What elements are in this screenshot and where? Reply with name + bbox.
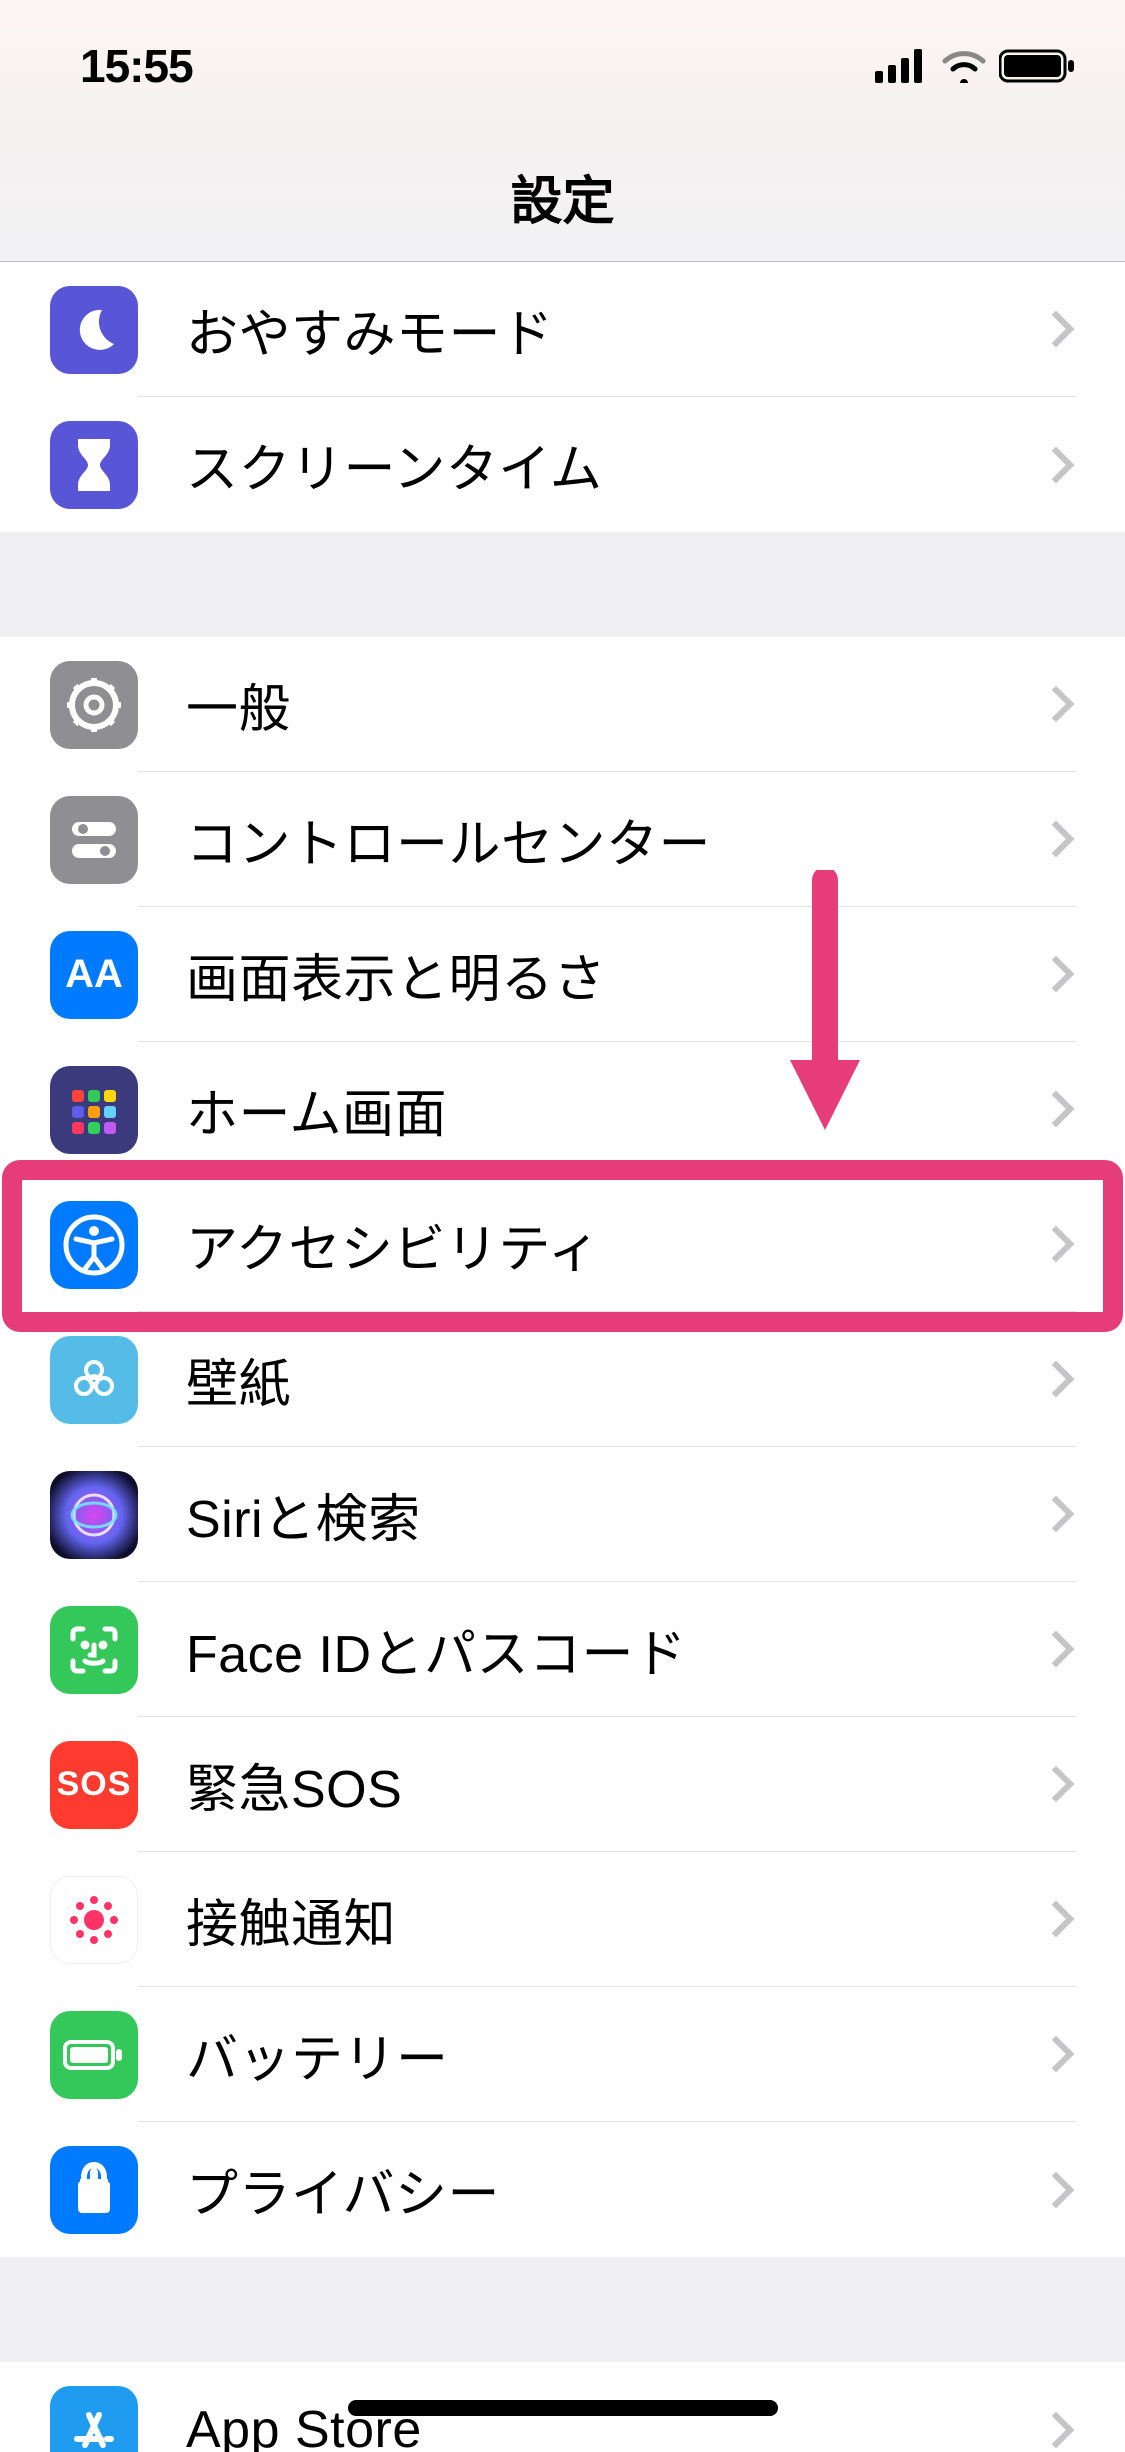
- chevron-right-icon: [1038, 1091, 1075, 1128]
- chevron-right-icon: [1038, 1631, 1075, 1668]
- row-home-screen[interactable]: ホーム画面: [0, 1042, 1125, 1177]
- row-label: おやすみモード: [186, 292, 1043, 367]
- accessibility-icon: [50, 1201, 138, 1289]
- section-gap: [0, 532, 1125, 637]
- row-emergency-sos[interactable]: SOS 緊急SOS: [0, 1717, 1125, 1852]
- row-accessibility[interactable]: アクセシビリティ: [0, 1177, 1125, 1312]
- row-label: プライバシー: [186, 2152, 1043, 2227]
- chevron-right-icon: [1038, 1766, 1075, 1803]
- chevron-right-icon: [1038, 2171, 1075, 2208]
- row-general[interactable]: 一般: [0, 637, 1125, 772]
- control-center-icon: [50, 796, 138, 884]
- status-bar: 15:55: [0, 0, 1125, 132]
- home-indicator[interactable]: [348, 2400, 778, 2416]
- chevron-right-icon: [1038, 311, 1075, 348]
- row-label: スクリーンタイム: [186, 427, 1043, 502]
- row-label: ホーム画面: [186, 1072, 1043, 1147]
- row-label: 画面表示と明るさ: [186, 937, 1043, 1012]
- row-label: アクセシビリティ: [186, 1207, 1043, 1282]
- cellular-icon: [875, 49, 929, 83]
- row-do-not-disturb[interactable]: おやすみモード: [0, 262, 1125, 397]
- row-face-id-passcode[interactable]: Face IDとパスコード: [0, 1582, 1125, 1717]
- row-label: 一般: [186, 667, 1043, 742]
- page-title: 設定: [510, 159, 614, 234]
- row-wallpaper[interactable]: 壁紙: [0, 1312, 1125, 1447]
- moon-icon: [50, 286, 138, 374]
- row-label: バッテリー: [186, 2017, 1043, 2092]
- display-icon: AA: [50, 931, 138, 1019]
- privacy-icon: [50, 2146, 138, 2234]
- wifi-icon: [941, 49, 987, 83]
- chevron-right-icon: [1038, 1496, 1075, 1533]
- row-label: 壁紙: [186, 1342, 1043, 1417]
- status-indicators: [875, 48, 1077, 84]
- chevron-right-icon: [1038, 1901, 1075, 1938]
- app-store-icon: [50, 2386, 138, 2452]
- exposure-icon: [50, 1876, 138, 1964]
- face-id-icon: [50, 1606, 138, 1694]
- nav-header: 設定: [0, 132, 1125, 262]
- chevron-right-icon: [1038, 1226, 1075, 1263]
- home-screen-icon: [50, 1066, 138, 1154]
- section-gap: [0, 2257, 1125, 2362]
- chevron-right-icon: [1038, 1361, 1075, 1398]
- wallpaper-icon: [50, 1336, 138, 1424]
- chevron-right-icon: [1038, 2036, 1075, 2073]
- chevron-right-icon: [1038, 686, 1075, 723]
- chevron-right-icon: [1038, 2411, 1075, 2448]
- settings-group-0: おやすみモード スクリーンタイム: [0, 262, 1125, 532]
- chevron-right-icon: [1038, 821, 1075, 858]
- chevron-right-icon: [1038, 956, 1075, 993]
- row-battery[interactable]: バッテリー: [0, 1987, 1125, 2122]
- status-time: 15:55: [80, 39, 193, 93]
- row-label: コントロールセンター: [186, 802, 1043, 877]
- chevron-right-icon: [1038, 446, 1075, 483]
- gear-icon: [50, 661, 138, 749]
- siri-icon: [50, 1471, 138, 1559]
- row-label: 緊急SOS: [186, 1747, 1043, 1822]
- row-siri-search[interactable]: Siriと検索: [0, 1447, 1125, 1582]
- row-label: 接触通知: [186, 1882, 1043, 1957]
- row-screen-time[interactable]: スクリーンタイム: [0, 397, 1125, 532]
- row-exposure-notification[interactable]: 接触通知: [0, 1852, 1125, 1987]
- row-label: Siriと検索: [186, 1477, 1043, 1552]
- battery-icon: [999, 48, 1077, 84]
- sos-icon: SOS: [50, 1741, 138, 1829]
- battery-settings-icon: [50, 2011, 138, 2099]
- row-control-center[interactable]: コントロールセンター: [0, 772, 1125, 907]
- settings-group-1: 一般 コントロールセンター AA 画面表示と明るさ ホーム画面 アクセシビリティ: [0, 637, 1125, 2257]
- hourglass-icon: [50, 421, 138, 509]
- row-display-brightness[interactable]: AA 画面表示と明るさ: [0, 907, 1125, 1042]
- row-privacy[interactable]: プライバシー: [0, 2122, 1125, 2257]
- row-label: Face IDとパスコード: [186, 1612, 1043, 1687]
